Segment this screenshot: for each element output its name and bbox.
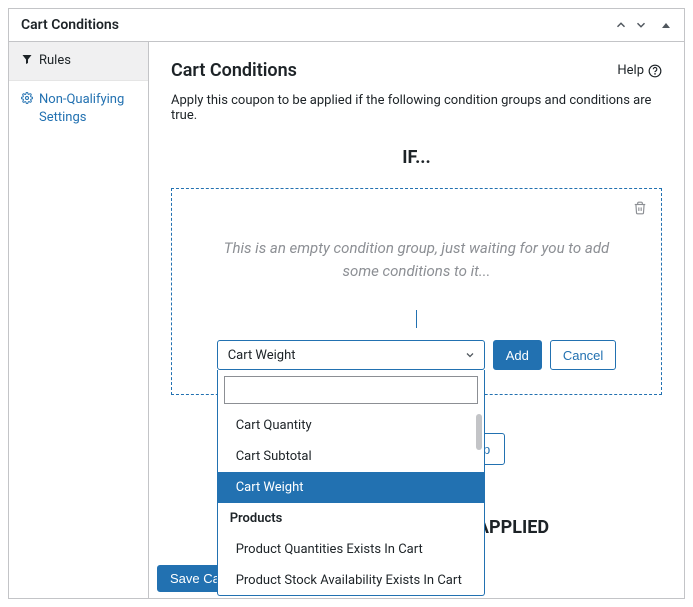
sidebar-item-non-qualifying[interactable]: Non-Qualifying Settings bbox=[9, 81, 148, 137]
select-option-cart-weight[interactable]: Cart Weight bbox=[218, 472, 484, 503]
select-selected-label: Cart Weight bbox=[228, 348, 296, 363]
panel-controls bbox=[614, 18, 672, 32]
trash-icon[interactable] bbox=[633, 201, 647, 215]
panel-body: Rules Non-Qualifying Settings Cart Condi… bbox=[9, 42, 684, 598]
text-cursor bbox=[416, 310, 417, 328]
sidebar-item-label: Non-Qualifying Settings bbox=[39, 91, 136, 127]
select-results: Cart Quantity Cart Subtotal Cart Weight … bbox=[218, 410, 484, 595]
panel-collapse-icon[interactable] bbox=[660, 19, 672, 31]
add-condition-row: Cart Weight Cart Quantity bbox=[188, 340, 645, 370]
panel-title: Cart Conditions bbox=[21, 17, 119, 33]
sidebar: Rules Non-Qualifying Settings bbox=[9, 42, 149, 598]
if-heading: IF... bbox=[171, 147, 662, 168]
chevron-down-icon bbox=[464, 349, 476, 361]
select-group-products: Products bbox=[218, 503, 484, 534]
help-link[interactable]: Help bbox=[617, 63, 662, 78]
help-label: Help bbox=[617, 63, 644, 78]
empty-group-message: This is an empty condition group, just w… bbox=[207, 237, 627, 282]
panel-down-icon[interactable] bbox=[634, 18, 648, 32]
description: Apply this coupon to be applied if the f… bbox=[171, 93, 662, 123]
main-header: Cart Conditions Help bbox=[171, 60, 662, 81]
filter-icon bbox=[21, 53, 33, 65]
select-search-input[interactable] bbox=[224, 376, 478, 404]
panel-header: Cart Conditions bbox=[9, 9, 684, 42]
select-dropdown: Cart Quantity Cart Subtotal Cart Weight … bbox=[217, 370, 485, 596]
select-option-product-quantities[interactable]: Product Quantities Exists In Cart bbox=[218, 534, 484, 565]
panel-up-icon[interactable] bbox=[614, 18, 628, 32]
select-option-cart-quantity[interactable]: Cart Quantity bbox=[218, 410, 484, 441]
sidebar-item-label: Rules bbox=[39, 52, 136, 70]
cart-conditions-panel: Cart Conditions Rules bbox=[8, 8, 685, 599]
condition-type-select[interactable]: Cart Weight Cart Quantity bbox=[217, 340, 485, 370]
select-selection[interactable]: Cart Weight bbox=[217, 340, 485, 370]
scrollbar[interactable] bbox=[476, 414, 482, 450]
condition-group: This is an empty condition group, just w… bbox=[171, 188, 662, 395]
main-content: Cart Conditions Help Apply this coupon t… bbox=[149, 42, 684, 598]
select-search-wrap bbox=[218, 370, 484, 410]
help-icon bbox=[648, 64, 662, 78]
gear-icon bbox=[21, 92, 33, 104]
main-title: Cart Conditions bbox=[171, 60, 297, 81]
select-option-cart-subtotal[interactable]: Cart Subtotal bbox=[218, 441, 484, 472]
sidebar-item-rules[interactable]: Rules bbox=[9, 42, 148, 81]
add-button[interactable]: Add bbox=[493, 340, 542, 370]
cancel-button[interactable]: Cancel bbox=[550, 340, 616, 370]
select-option-product-stock[interactable]: Product Stock Availability Exists In Car… bbox=[218, 565, 484, 595]
